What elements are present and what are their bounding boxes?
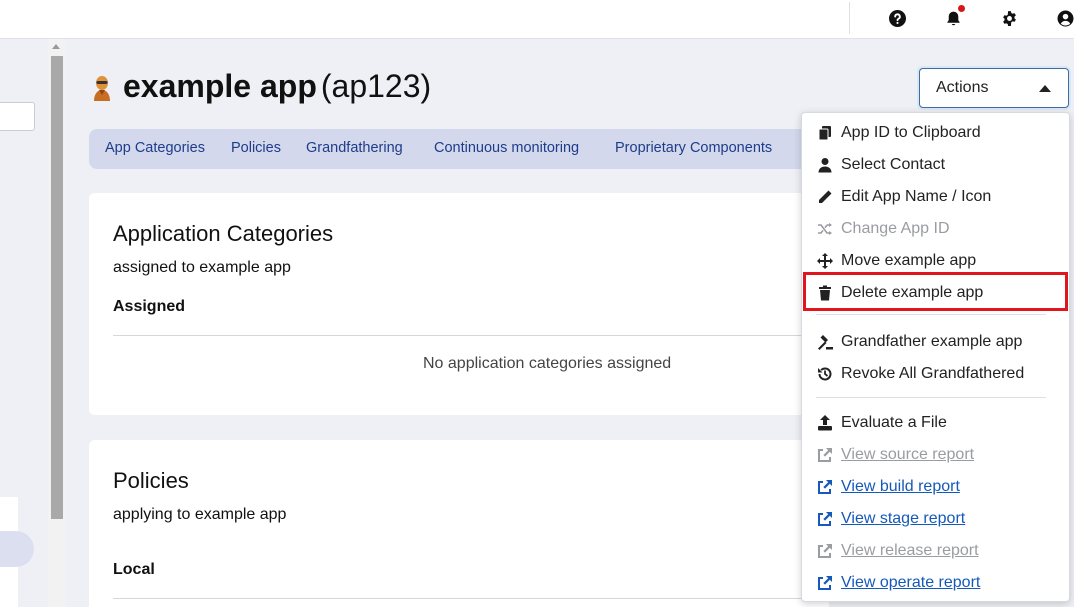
menu-item-select-contact[interactable]: Select Contact — [802, 149, 1069, 181]
menu-item-label: App ID to Clipboard — [841, 124, 981, 141]
card-subtitle: applying to example app — [113, 506, 287, 523]
bell-icon[interactable] — [944, 5, 965, 27]
gear-icon[interactable] — [1000, 9, 1018, 27]
tab-grandfathering[interactable]: Grandfathering — [306, 140, 403, 156]
tab-proprietary-components[interactable]: Proprietary Components — [615, 140, 772, 156]
move-icon — [817, 253, 833, 269]
notification-dot — [958, 5, 965, 12]
table-divider — [113, 598, 813, 599]
highlight-box — [803, 272, 1068, 311]
scrollbar-thumb[interactable] — [51, 56, 63, 519]
card-title: Application Categories — [113, 221, 334, 246]
tab-continuous-monitoring[interactable]: Continuous monitoring — [434, 140, 579, 156]
sidebar-selected-item[interactable] — [0, 531, 34, 567]
caret-up-icon — [1039, 85, 1051, 92]
actions-button-label: Actions — [936, 79, 989, 96]
help-icon[interactable] — [888, 9, 906, 27]
menu-item-change-app-id: Change App ID — [802, 213, 1069, 245]
menu-item-label: View release report — [841, 542, 979, 559]
menu-item-copy-app-id[interactable]: App ID to Clipboard — [802, 117, 1069, 149]
app-id: (ap123) — [320, 68, 432, 104]
tab-policies[interactable]: Policies — [231, 140, 281, 156]
application-categories-card: Application Categories assigned to examp… — [89, 193, 829, 415]
pencil-icon — [817, 189, 833, 205]
menu-item-label: View stage report — [841, 510, 966, 527]
menu-item-label: View build report — [841, 478, 960, 495]
column-header-assigned: Assigned — [113, 298, 186, 315]
table-divider — [113, 335, 813, 336]
left-sidebar — [0, 39, 48, 607]
user-icon — [817, 157, 833, 173]
card-title: Policies — [113, 468, 189, 493]
app-name: example app — [123, 68, 317, 104]
menu-divider — [816, 397, 1046, 398]
menu-item-view-source-report: View source report — [802, 439, 1069, 471]
sidebar-search-input[interactable] — [0, 102, 35, 131]
page-title: example app (ap123) — [123, 68, 431, 105]
shuffle-icon — [817, 221, 833, 237]
menu-item-label: Edit App Name / Icon — [841, 188, 992, 205]
top-header — [0, 0, 1074, 39]
section-tab-bar: App Categories Policies Grandfathering C… — [89, 129, 829, 169]
actions-button[interactable]: Actions — [919, 68, 1069, 108]
card-subtitle: assigned to example app — [113, 259, 291, 276]
gavel-icon — [817, 334, 833, 350]
external-link-icon — [817, 575, 833, 591]
menu-item-label: Revoke All Grandfathered — [841, 365, 1025, 382]
column-header-local: Local — [113, 561, 155, 578]
actions-dropdown-menu: App ID to Clipboard Select Contact Edit … — [801, 112, 1070, 602]
menu-item-label: Evaluate a File — [841, 414, 947, 431]
clipboard-icon — [817, 125, 833, 141]
upload-icon — [817, 415, 833, 431]
menu-item-view-stage-report[interactable]: View stage report — [802, 503, 1069, 535]
tab-app-categories[interactable]: App Categories — [105, 140, 205, 156]
menu-item-evaluate-file[interactable]: Evaluate a File — [802, 407, 1069, 439]
menu-item-grandfather-app[interactable]: Grandfather example app — [802, 326, 1069, 358]
scroll-up-arrow-icon[interactable] — [52, 44, 60, 49]
external-link-icon — [817, 479, 833, 495]
menu-item-view-build-report[interactable]: View build report — [802, 471, 1069, 503]
header-divider — [849, 2, 850, 34]
external-link-icon — [817, 543, 833, 559]
menu-item-revoke-grandfathered[interactable]: Revoke All Grandfathered — [802, 358, 1069, 390]
menu-item-label: Change App ID — [841, 220, 950, 237]
history-icon — [817, 366, 833, 382]
user-icon[interactable] — [1056, 9, 1074, 27]
empty-state-text: No application categories assigned — [423, 355, 672, 372]
policies-card: Policies applying to example app Local — [89, 440, 829, 607]
menu-item-label: View operate report — [841, 574, 981, 591]
menu-item-view-operate-report[interactable]: View operate report — [802, 567, 1069, 599]
menu-item-label: View source report — [841, 446, 975, 463]
external-link-icon — [817, 447, 833, 463]
menu-divider — [816, 314, 1046, 315]
menu-item-label: Grandfather example app — [841, 333, 1023, 350]
menu-item-label: Select Contact — [841, 156, 946, 173]
menu-item-edit-app-name[interactable]: Edit App Name / Icon — [802, 181, 1069, 213]
menu-item-label: Move example app — [841, 252, 977, 269]
app-avatar-icon — [91, 74, 113, 102]
external-link-icon — [817, 511, 833, 527]
menu-item-view-release-report: View release report — [802, 535, 1069, 567]
